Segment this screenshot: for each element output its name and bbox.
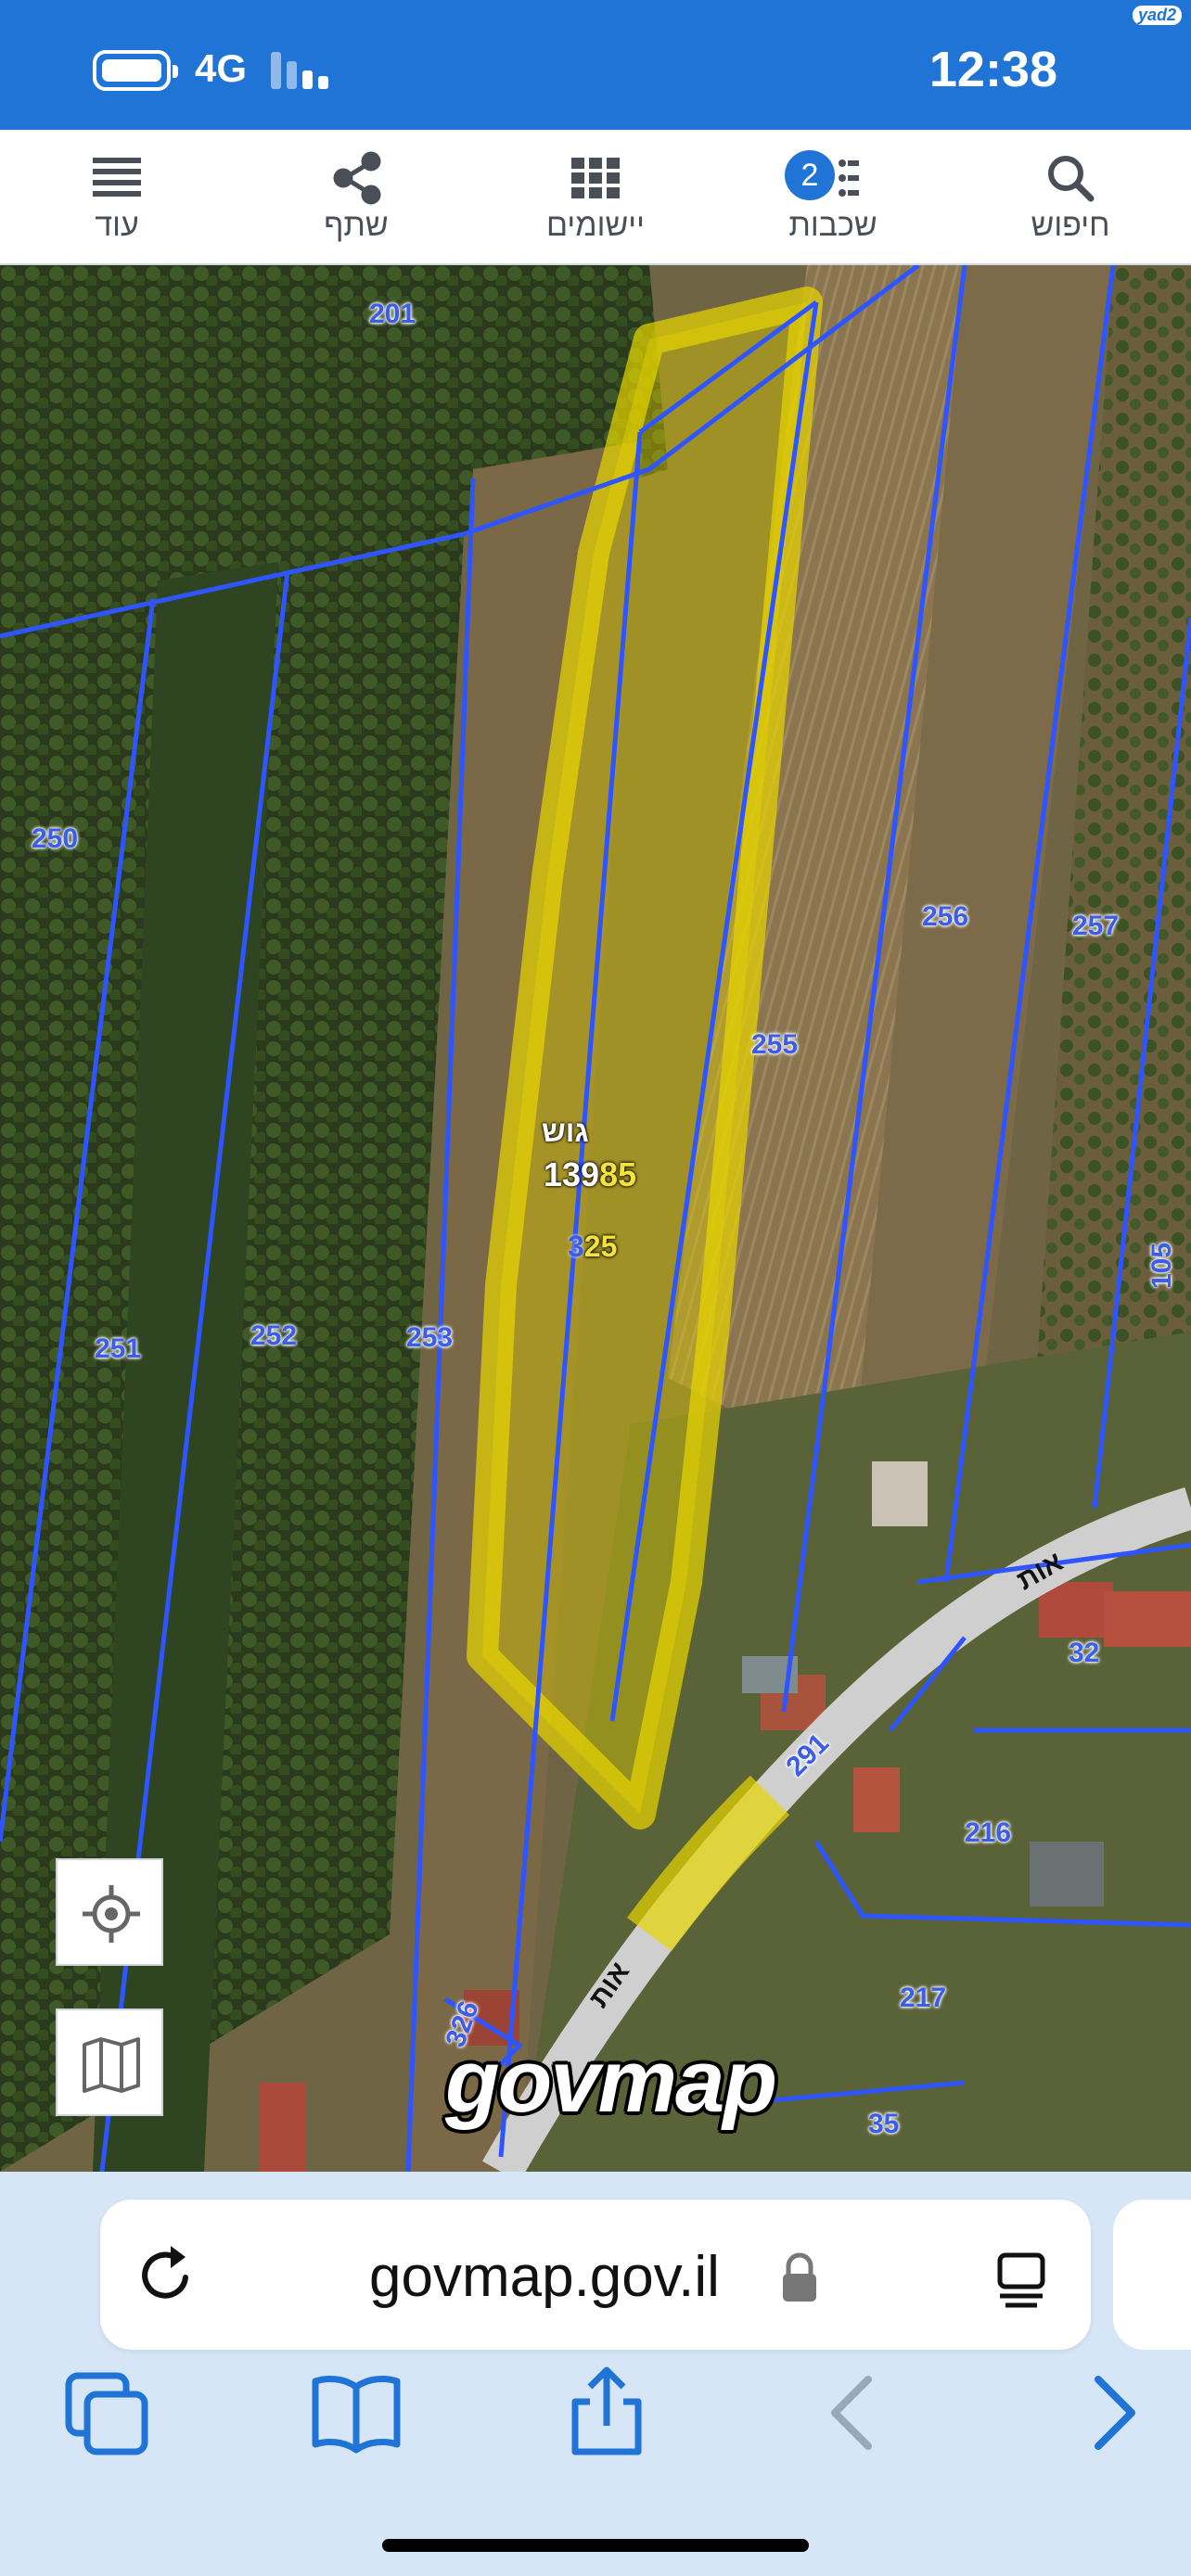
share-icon[interactable] <box>560 2366 653 2459</box>
home-indicator[interactable] <box>382 2539 809 2552</box>
block-number: 13985 <box>544 1155 637 1193</box>
parcel-label: 251 <box>95 1333 142 1364</box>
clock: 12:38 <box>928 42 1057 97</box>
next-tab-peek[interactable] <box>1113 2200 1191 2350</box>
apps-grid-icon <box>571 158 620 198</box>
battery-icon <box>93 50 178 91</box>
address-bar[interactable]: govmap.gov.il <box>100 2200 1091 2350</box>
parcel-label: 105 <box>1146 1242 1178 1290</box>
back-icon[interactable] <box>807 2366 900 2459</box>
network-type: 4G <box>195 46 248 90</box>
bookmarks-icon[interactable] <box>310 2366 403 2459</box>
parcel-label: 252 <box>250 1320 298 1351</box>
parcel-label: 255 <box>751 1029 799 1060</box>
parcel-label: 256 <box>922 901 969 932</box>
map-toolbar: עוד שתף יישומים 2 שכבות חיפוש <box>0 130 1191 265</box>
basemap-button[interactable] <box>56 2009 163 2116</box>
share-button[interactable]: שתף <box>273 130 440 263</box>
reader-icon[interactable] <box>989 2246 1054 2311</box>
reload-icon[interactable] <box>134 2240 202 2309</box>
block-prefix: גוש <box>542 1115 589 1148</box>
share-icon <box>333 151 381 205</box>
parcel-label: 35 <box>868 2109 900 2139</box>
govmap-logo: govmap <box>445 2032 777 2131</box>
apps-label: יישומים <box>546 208 645 243</box>
lock-icon <box>783 2252 816 2302</box>
parcel-label: 250 <box>32 823 79 854</box>
parcel-label: 257 <box>1072 911 1120 941</box>
signal-icon <box>271 52 336 89</box>
parcel-label: 217 <box>900 1983 947 2013</box>
share-label: שתף <box>324 208 389 243</box>
search-button[interactable]: חיפוש <box>987 130 1154 263</box>
url-text: govmap.gov.il <box>369 2245 720 2309</box>
status-bar: 4G 12:38 yad2 <box>0 0 1191 130</box>
layers-button[interactable]: 2 שכבות <box>749 130 916 263</box>
parcel-label: 32 <box>1069 1638 1100 1668</box>
tabs-icon[interactable] <box>61 2366 154 2459</box>
forward-icon[interactable] <box>1067 2366 1159 2459</box>
map-icon <box>83 2037 140 2093</box>
satellite-map <box>0 265 1191 2172</box>
apps-button[interactable]: יישומים <box>512 130 679 263</box>
parcel-label: 216 <box>965 1817 1012 1848</box>
layers-count-badge: 2 <box>785 150 835 200</box>
more-label: עוד <box>95 208 139 243</box>
layers-label: שכבות <box>788 208 877 243</box>
menu-icon <box>93 158 141 197</box>
more-button[interactable]: עוד <box>33 130 200 263</box>
corner-tag: yad2 <box>1132 6 1182 25</box>
search-label: חיפוש <box>1031 208 1110 243</box>
map-view[interactable]: 201 250 251 252 253 255 256 257 105 32 2… <box>0 265 1191 2172</box>
browser-bottom-bar: govmap.gov.il <box>0 2172 1191 2576</box>
parcel-label: 253 <box>406 1322 454 1353</box>
selected-parcel-number: 325 <box>568 1230 618 1263</box>
locate-me-button[interactable] <box>56 1858 163 1966</box>
crosshair-icon <box>83 1885 140 1943</box>
search-icon <box>1048 156 1095 202</box>
parcel-label: 201 <box>369 299 416 329</box>
